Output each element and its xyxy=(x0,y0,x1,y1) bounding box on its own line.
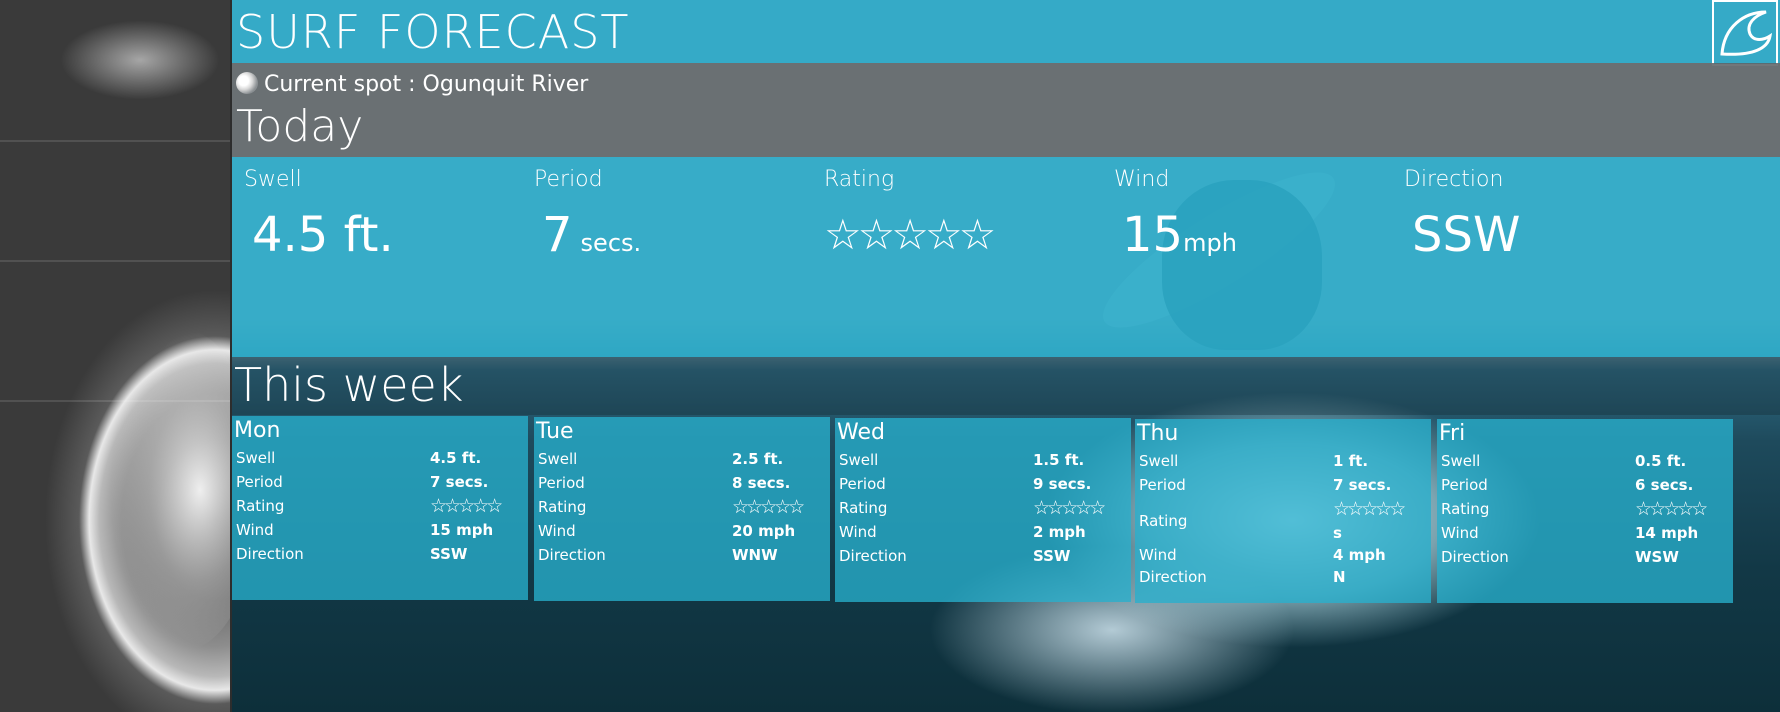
wave-curl xyxy=(110,330,232,650)
wind-key: Wind xyxy=(236,521,274,539)
wave-logo-icon[interactable] xyxy=(1712,0,1778,66)
swell-key: Swell xyxy=(839,451,879,469)
direction-val: N xyxy=(1333,568,1346,586)
direction-key: Direction xyxy=(236,545,304,563)
day-card-tue[interactable]: Tue Swell 2.5 ft. Period 8 secs. Rating ☆☆☆… xyxy=(534,417,830,601)
rating-val: ☆☆☆☆☆ xyxy=(1033,497,1106,519)
wind-value: 15 xyxy=(1122,207,1184,263)
globe-icon xyxy=(236,72,258,94)
day-card-fri[interactable]: Fri Swell 0.5 ft. Period 6 secs. Rating ☆☆☆… xyxy=(1437,419,1733,603)
swell-val: 1.5 ft. xyxy=(1033,451,1085,469)
period-key: Period xyxy=(839,475,886,493)
direction-key: Direction xyxy=(1139,568,1207,586)
today-period: Period 7 secs. xyxy=(534,165,641,273)
week-heading: This week xyxy=(234,358,464,412)
today-swell: Swell 4.5 ft. xyxy=(244,165,394,265)
rating-key: Rating xyxy=(236,497,285,515)
swell-key: Swell xyxy=(1441,452,1481,470)
wind-key: Wind xyxy=(839,523,877,541)
wind-label: Wind xyxy=(1114,167,1170,192)
wind-unit: mph xyxy=(1183,229,1237,257)
swell-val: 4.5 ft. xyxy=(430,449,482,467)
current-spot[interactable]: Current spot : Ogunquit River xyxy=(264,71,588,99)
wave-streak xyxy=(0,260,232,262)
period-val: 8 secs. xyxy=(732,474,791,492)
day-card-thu[interactable]: Thu Swell 1 ft. Period 7 secs. ☆☆☆☆☆ Ratin… xyxy=(1135,419,1431,603)
today-direction: Direction SSW xyxy=(1404,165,1520,265)
wind-key: Wind xyxy=(1441,524,1479,542)
rating-stars: ☆☆☆☆☆ xyxy=(824,210,996,259)
day-name: Tue xyxy=(536,419,574,444)
direction-value: SSW xyxy=(1412,207,1521,263)
swell-val: 1 ft. xyxy=(1333,452,1369,470)
rating-val: ☆☆☆☆☆ xyxy=(1333,498,1406,520)
rating-extra: s xyxy=(1333,524,1342,542)
rating-key: Rating xyxy=(839,499,888,517)
wave-streak xyxy=(0,400,232,402)
day-card-wed[interactable]: Wed Swell 1.5 ft. Period 9 secs. Rating ☆☆☆… xyxy=(835,418,1131,602)
day-name: Fri xyxy=(1439,421,1466,446)
swell-key: Swell xyxy=(538,450,578,468)
wind-key: Wind xyxy=(538,522,576,540)
day-card-mon[interactable]: Mon Swell 4.5 ft. Period 7 secs. Rating ☆☆☆… xyxy=(232,416,528,600)
swell-val: 2.5 ft. xyxy=(732,450,784,468)
wind-value-wrap: 15mph xyxy=(1122,205,1237,273)
wind-val: 4 mph xyxy=(1333,546,1386,564)
rating-val: ☆☆☆☆☆ xyxy=(430,495,503,517)
today-wind: Wind 15mph xyxy=(1114,165,1237,273)
wind-val: 20 mph xyxy=(732,522,796,540)
direction-key: Direction xyxy=(839,547,907,565)
direction-key: Direction xyxy=(538,546,606,564)
direction-val: SSW xyxy=(430,545,468,563)
wave-streak xyxy=(0,140,232,142)
swell-val: 0.5 ft. xyxy=(1635,452,1687,470)
rating-val: ☆☆☆☆☆ xyxy=(732,496,805,518)
rating-key: Rating xyxy=(1139,512,1188,530)
today-panel xyxy=(232,157,1780,357)
direction-val: WSW xyxy=(1635,548,1679,566)
period-key: Period xyxy=(1139,476,1186,494)
period-val: 7 secs. xyxy=(1333,476,1392,494)
swell-label: Swell xyxy=(244,167,302,192)
rating-label: Rating xyxy=(824,167,895,192)
direction-val: SSW xyxy=(1033,547,1071,565)
rating-val: ☆☆☆☆☆ xyxy=(1635,498,1708,520)
direction-key: Direction xyxy=(1441,548,1509,566)
period-unit: secs. xyxy=(580,229,642,257)
week-bar xyxy=(232,357,1780,415)
swell-key: Swell xyxy=(1139,452,1179,470)
rating-key: Rating xyxy=(538,498,587,516)
period-key: Period xyxy=(236,473,283,491)
wave-foam xyxy=(60,20,220,100)
period-key: Period xyxy=(538,474,585,492)
wind-key: Wind xyxy=(1139,546,1177,564)
wind-val: 15 mph xyxy=(430,521,494,539)
direction-label: Direction xyxy=(1404,167,1504,192)
period-val: 9 secs. xyxy=(1033,475,1092,493)
swell-value: 4.5 ft. xyxy=(252,207,394,263)
app-title: SURF FORECAST xyxy=(236,5,630,59)
today-rating: Rating ☆☆☆☆☆ xyxy=(824,165,996,265)
today-heading: Today xyxy=(236,101,364,152)
period-val: 7 secs. xyxy=(430,473,489,491)
day-name: Thu xyxy=(1137,421,1179,446)
wind-val: 14 mph xyxy=(1635,524,1699,542)
rating-key: Rating xyxy=(1441,500,1490,518)
wind-val: 2 mph xyxy=(1033,523,1086,541)
swell-key: Swell xyxy=(236,449,276,467)
wave-photo xyxy=(0,0,232,712)
period-value: 7 xyxy=(542,207,573,263)
day-name: Wed xyxy=(837,420,885,445)
period-key: Period xyxy=(1441,476,1488,494)
day-name: Mon xyxy=(234,418,281,443)
period-label: Period xyxy=(534,167,603,192)
period-value-wrap: 7 secs. xyxy=(542,205,641,273)
period-val: 6 secs. xyxy=(1635,476,1694,494)
direction-val: WNW xyxy=(732,546,778,564)
